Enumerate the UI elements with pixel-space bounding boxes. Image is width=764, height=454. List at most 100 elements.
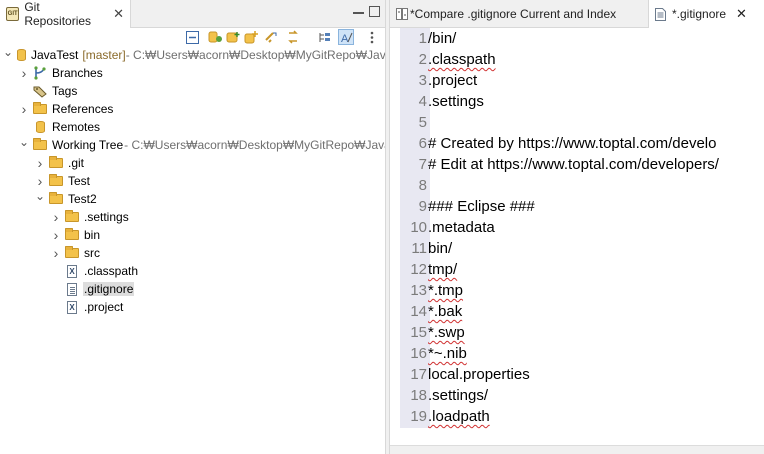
line-number: 2 bbox=[418, 51, 427, 68]
tree-item-classpath[interactable]: X .classpath bbox=[0, 262, 385, 280]
line-number: 16 bbox=[410, 345, 427, 362]
editor-line[interactable]: 8 bbox=[390, 175, 764, 196]
editor-line[interactable]: 10 .metadata bbox=[390, 217, 764, 238]
branch-tag: [master] bbox=[82, 48, 126, 62]
line-text: local.properties bbox=[428, 366, 530, 383]
editor-tab-bar: *Compare .gitignore Current and Index *.… bbox=[390, 0, 764, 28]
close-tab-button[interactable]: ✕ bbox=[113, 6, 124, 22]
tree-item-settings[interactable]: › .settings bbox=[0, 208, 385, 226]
chevron-right-icon[interactable]: › bbox=[51, 245, 61, 261]
tree-item-test[interactable]: › Test bbox=[0, 172, 385, 190]
folder-icon bbox=[33, 138, 47, 152]
editor-line[interactable]: 17 local.properties bbox=[390, 364, 764, 385]
repo-icon bbox=[17, 48, 26, 62]
tree-item-label: Test bbox=[68, 174, 91, 188]
tree-item-label: Tags bbox=[52, 84, 78, 98]
folder-icon bbox=[49, 174, 63, 188]
tree-item-src[interactable]: › src bbox=[0, 244, 385, 262]
editor-line[interactable]: 13 *.tmp bbox=[390, 280, 764, 301]
chevron-right-icon[interactable]: › bbox=[19, 101, 29, 117]
tree-item-label: .classpath bbox=[84, 264, 139, 278]
tree-item-label: References bbox=[52, 102, 114, 116]
tree-item-references[interactable]: › References bbox=[0, 100, 385, 118]
line-text: .loadpath bbox=[428, 408, 490, 425]
line-number: 17 bbox=[410, 366, 427, 383]
editor-line[interactable]: 1/bin/ bbox=[390, 28, 764, 49]
editor-line[interactable]: 3 .project bbox=[390, 70, 764, 91]
line-number: 6 bbox=[418, 135, 427, 152]
chevron-right-icon[interactable]: › bbox=[35, 173, 45, 189]
text-file-icon bbox=[655, 7, 666, 21]
tree-item-test2[interactable]: ⌄ Test2 bbox=[0, 189, 385, 208]
line-text: /bin/ bbox=[428, 30, 457, 47]
horizontal-scrollbar[interactable] bbox=[390, 445, 764, 454]
editor-line[interactable]: 9 ### Eclipse ### bbox=[390, 196, 764, 217]
chevron-right-icon[interactable]: › bbox=[19, 65, 29, 81]
editor-line[interactable]: 16 *~.nib bbox=[390, 343, 764, 364]
collapse-all-icon[interactable] bbox=[184, 29, 200, 45]
chevron-down-icon[interactable]: ⌄ bbox=[3, 45, 13, 59]
folder-icon bbox=[65, 246, 79, 260]
maximize-icon[interactable] bbox=[369, 6, 380, 17]
line-text: *~.nib bbox=[428, 345, 467, 362]
tree-item-branches[interactable]: › Branches bbox=[0, 64, 385, 82]
tree-item-bin[interactable]: › bin bbox=[0, 226, 385, 244]
editor-line[interactable]: 14 *.bak bbox=[390, 301, 764, 322]
line-number: 9 bbox=[418, 198, 427, 215]
editor-line[interactable]: 12 tmp/ bbox=[390, 259, 764, 280]
editor-line[interactable]: 11 bin/ bbox=[390, 238, 764, 259]
editor-line[interactable]: 15 *.swp bbox=[390, 322, 764, 343]
view-menu-icon[interactable] bbox=[364, 29, 380, 45]
tree-item-label: bin bbox=[84, 228, 101, 242]
line-number: 7 bbox=[418, 156, 427, 173]
line-text: bin/ bbox=[428, 240, 453, 257]
folder-icon bbox=[49, 192, 63, 206]
refresh-icon[interactable] bbox=[285, 29, 301, 45]
tree-item-label: Working Tree bbox=[52, 138, 124, 152]
show-content-icon[interactable]: A bbox=[338, 29, 354, 45]
tree-item-git[interactable]: › .git bbox=[0, 154, 385, 172]
link-editor-icon[interactable] bbox=[263, 29, 279, 45]
tab-compare-gitignore[interactable]: *Compare .gitignore Current and Index bbox=[390, 0, 650, 28]
chevron-down-icon[interactable]: ⌄ bbox=[35, 189, 45, 203]
close-tab-button[interactable]: ✕ bbox=[736, 6, 747, 22]
tab-git-repositories[interactable]: GIT Git Repositories ✕ bbox=[0, 0, 131, 28]
editor-line[interactable]: 2 .classpath bbox=[390, 49, 764, 70]
chevron-right-icon[interactable]: › bbox=[35, 155, 45, 171]
create-repo-icon[interactable] bbox=[243, 29, 259, 45]
editor-line[interactable]: 6 # Created by https://www.toptal.com/dev… bbox=[390, 133, 764, 154]
tree-item-label: .project bbox=[84, 300, 124, 314]
editor-line[interactable]: 5 bbox=[390, 112, 764, 133]
tree-item-tags[interactable]: Tags bbox=[0, 82, 385, 100]
clone-repo-icon[interactable] bbox=[207, 29, 223, 45]
line-text: # Created by https://www.toptal.com/deve… bbox=[428, 135, 717, 152]
tree-item-project[interactable]: X .project bbox=[0, 298, 385, 316]
chevron-right-icon[interactable]: › bbox=[51, 227, 61, 243]
tree-item-label: .gitignore bbox=[83, 282, 135, 296]
editor-line[interactable]: 18 .settings/ bbox=[390, 385, 764, 406]
tree-item-javatest[interactable]: ⌄ JavaTest [master] - C:₩Users₩acorn₩Deskt… bbox=[0, 45, 400, 64]
line-number: 5 bbox=[418, 114, 427, 131]
tree-item-label: Test2 bbox=[68, 192, 97, 206]
svg-text:A: A bbox=[341, 33, 349, 44]
tab-gitignore[interactable]: *.gitignore ✕ bbox=[648, 0, 764, 28]
chevron-down-icon[interactable]: ⌄ bbox=[19, 135, 29, 149]
editor-line[interactable]: 19 .loadpath bbox=[390, 406, 764, 427]
editor-line[interactable]: 4 .settings bbox=[390, 91, 764, 112]
tree-item-gitignore[interactable]: .gitignore bbox=[0, 280, 385, 298]
editor-line[interactable]: 7 # Edit at https://www.toptal.com/develo… bbox=[390, 154, 764, 175]
tree-item-working-tree[interactable]: ⌄ Working Tree - C:₩Users₩acorn₩Desktop₩M… bbox=[0, 135, 398, 154]
tree-item-remotes[interactable]: Remotes bbox=[0, 118, 385, 136]
minimize-icon[interactable] bbox=[353, 6, 364, 14]
flat-layout-icon[interactable] bbox=[316, 29, 332, 45]
line-text: .settings/ bbox=[428, 387, 489, 404]
line-text: .metadata bbox=[428, 219, 495, 236]
add-repo-icon[interactable] bbox=[225, 29, 241, 45]
line-number: 4 bbox=[418, 93, 427, 110]
chevron-right-icon[interactable]: › bbox=[51, 209, 61, 225]
line-text: .classpath bbox=[428, 51, 496, 68]
branches-icon bbox=[33, 66, 47, 80]
line-text: *.swp bbox=[428, 324, 465, 341]
